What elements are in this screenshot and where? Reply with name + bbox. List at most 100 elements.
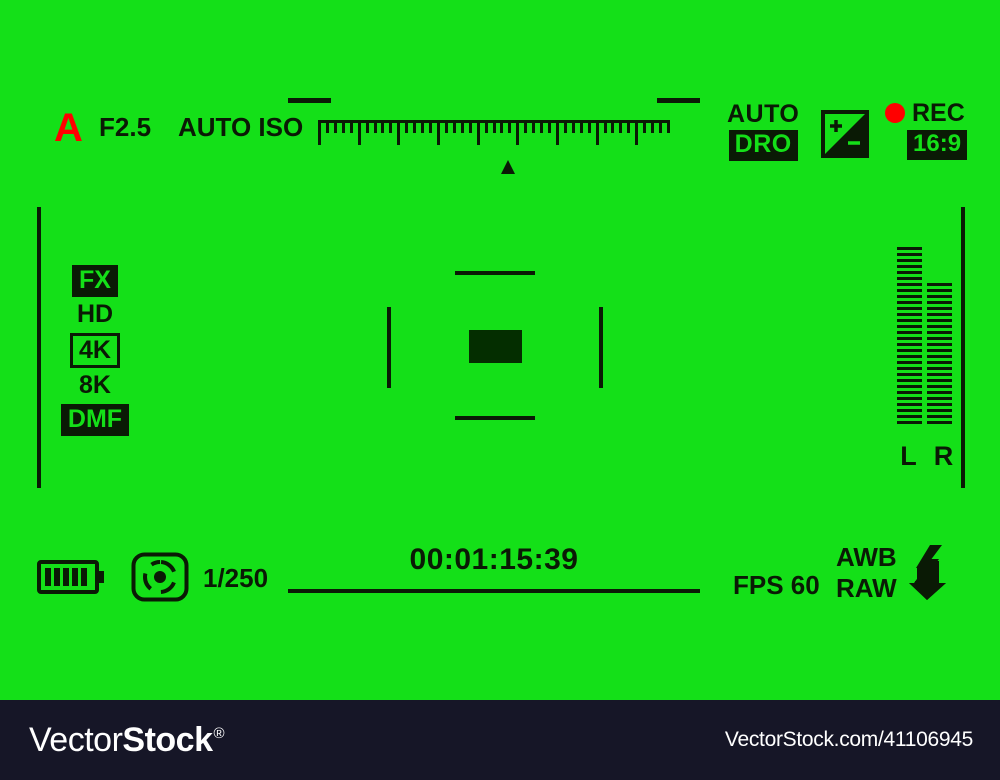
- audio-meter-segment-left: [897, 337, 922, 340]
- audio-label-right: R: [933, 441, 954, 471]
- audio-meter-segment-right: [927, 385, 952, 388]
- dro-badge: DRO: [728, 130, 798, 161]
- ruler-tick-minor: [667, 120, 670, 133]
- audio-meter-segment-right: [927, 415, 952, 418]
- audio-meter-segment-right: [927, 295, 952, 298]
- ruler-tick-minor: [563, 120, 567, 133]
- audio-meter-segment-left: [897, 331, 922, 334]
- record-dot-icon: [885, 103, 905, 123]
- audio-label-left: L: [900, 441, 917, 471]
- audio-meter-segment-left: [897, 289, 922, 292]
- resolution-option-fx[interactable]: FX: [72, 265, 118, 297]
- ruler-tick-major: [476, 120, 480, 145]
- ruler-tick-minor: [571, 120, 575, 133]
- resolution-mode-stack: FX HD 4K 8K DMF: [55, 265, 135, 438]
- resolution-option-8k[interactable]: 8K: [72, 370, 118, 402]
- audio-meter-right-channel: [927, 283, 952, 424]
- ruler-tick-minor: [587, 120, 591, 133]
- audio-meter-segment-right: [927, 373, 952, 376]
- audio-meter-segment-right: [927, 325, 952, 328]
- ruler-tick-minor: [611, 120, 615, 133]
- timecode-rule: [288, 589, 700, 593]
- brand-light-part: Vector: [29, 720, 123, 759]
- ruler-tick-major: [635, 120, 639, 145]
- iso-value: AUTO ISO: [178, 112, 304, 142]
- audio-meter-segment-left: [897, 409, 922, 412]
- watermark-footer: Vector Stock ® VectorStock.com/41106945: [0, 700, 1000, 780]
- ruler-tick-minor: [413, 120, 417, 133]
- audio-meter-segment-right: [927, 331, 952, 334]
- timecode-group: 00:01:15:39: [288, 545, 700, 593]
- ruler-tick-major: [397, 120, 401, 145]
- ruler-tick-minor: [579, 120, 583, 133]
- audio-level-meters: L R: [896, 240, 956, 470]
- audio-meter-segment-left: [897, 253, 922, 256]
- ruler-tick-minor: [492, 120, 496, 133]
- audio-meter-segment-left: [897, 379, 922, 382]
- ruler-tick-minor: [333, 120, 337, 133]
- registered-trademark-icon: ®: [213, 724, 225, 742]
- audio-meter-segment-right: [927, 361, 952, 364]
- audio-meter-labels: L R: [896, 443, 956, 470]
- focus-bracket-right: [599, 307, 603, 388]
- screenshot-root: A F2.5 AUTO ISO AUTO DRO REC 16:9 FX HD …: [0, 0, 1000, 780]
- resolution-option-4k[interactable]: 4K: [70, 333, 120, 368]
- ruler-tick-minor: [429, 120, 433, 133]
- white-balance-value: AWB: [836, 542, 897, 572]
- ruler-tick-minor: [405, 120, 409, 133]
- flash-bolt-icon: [905, 543, 953, 601]
- scale-dash-right: [657, 98, 700, 103]
- ruler-tick-major: [436, 120, 440, 145]
- ruler-tick-minor: [651, 120, 655, 133]
- audio-meter-segment-right: [927, 343, 952, 346]
- scale-dash-left: [288, 98, 331, 103]
- white-balance-group: AWB RAW: [836, 542, 897, 604]
- audio-meter-segment-right: [927, 313, 952, 316]
- audio-meter-segment-left: [897, 313, 922, 316]
- audio-meter-segment-left: [897, 295, 922, 298]
- audio-meter-segment-left: [897, 415, 922, 418]
- audio-meter-segment-left: [897, 385, 922, 388]
- aperture-value: F2.5: [99, 112, 152, 142]
- shooting-mode-letter: A: [54, 106, 83, 150]
- audio-meter-segment-right: [927, 289, 952, 292]
- audio-meter-segment-left: [897, 349, 922, 352]
- ruler-tick-minor: [381, 120, 385, 133]
- audio-meter-segment-right: [927, 409, 952, 412]
- audio-meter-segment-right: [927, 349, 952, 352]
- ruler-tick-minor: [389, 120, 393, 133]
- ruler-tick-major: [318, 120, 321, 145]
- ruler-tick-major: [357, 120, 361, 145]
- audio-meter-segment-left: [897, 421, 922, 424]
- frame-rail-right: [961, 207, 965, 488]
- focus-bracket-left: [387, 307, 391, 388]
- ruler-tick-minor: [500, 120, 504, 133]
- exposure-compensation-icon: [821, 110, 869, 158]
- exposure-pointer-icon: [501, 160, 516, 174]
- audio-meter-segment-left: [897, 397, 922, 400]
- rec-label: REC: [912, 98, 965, 127]
- audio-meter-segment-right: [927, 397, 952, 400]
- footer-url: VectorStock.com/41106945: [724, 728, 973, 751]
- ruler-tick-minor: [532, 120, 536, 133]
- recording-status-group: REC 16:9: [885, 98, 980, 161]
- ruler-tick-minor: [373, 120, 377, 133]
- resolution-option-hd[interactable]: HD: [70, 299, 120, 331]
- audio-meter-segment-right: [927, 403, 952, 406]
- brand-bold-part: Stock: [122, 720, 213, 759]
- ruler-tick-minor: [619, 120, 623, 133]
- exposure-scale: [288, 98, 700, 178]
- ruler-tick-minor: [524, 120, 528, 133]
- ruler-tick-minor: [452, 120, 456, 133]
- audio-meter-segment-right: [927, 421, 952, 424]
- audio-meter-segment-left: [897, 373, 922, 376]
- ruler-tick-minor: [548, 120, 552, 133]
- audio-meter-segment-left: [897, 271, 922, 274]
- audio-meter-segment-left: [897, 343, 922, 346]
- camera-viewfinder-overlay: A F2.5 AUTO ISO AUTO DRO REC 16:9 FX HD …: [0, 0, 1000, 700]
- audio-meter-segment-left: [897, 283, 922, 286]
- resolution-option-dmf[interactable]: DMF: [60, 404, 130, 436]
- audio-meter-segment-left: [897, 307, 922, 310]
- audio-meter-segment-right: [927, 367, 952, 370]
- audio-meter-segment-left: [897, 361, 922, 364]
